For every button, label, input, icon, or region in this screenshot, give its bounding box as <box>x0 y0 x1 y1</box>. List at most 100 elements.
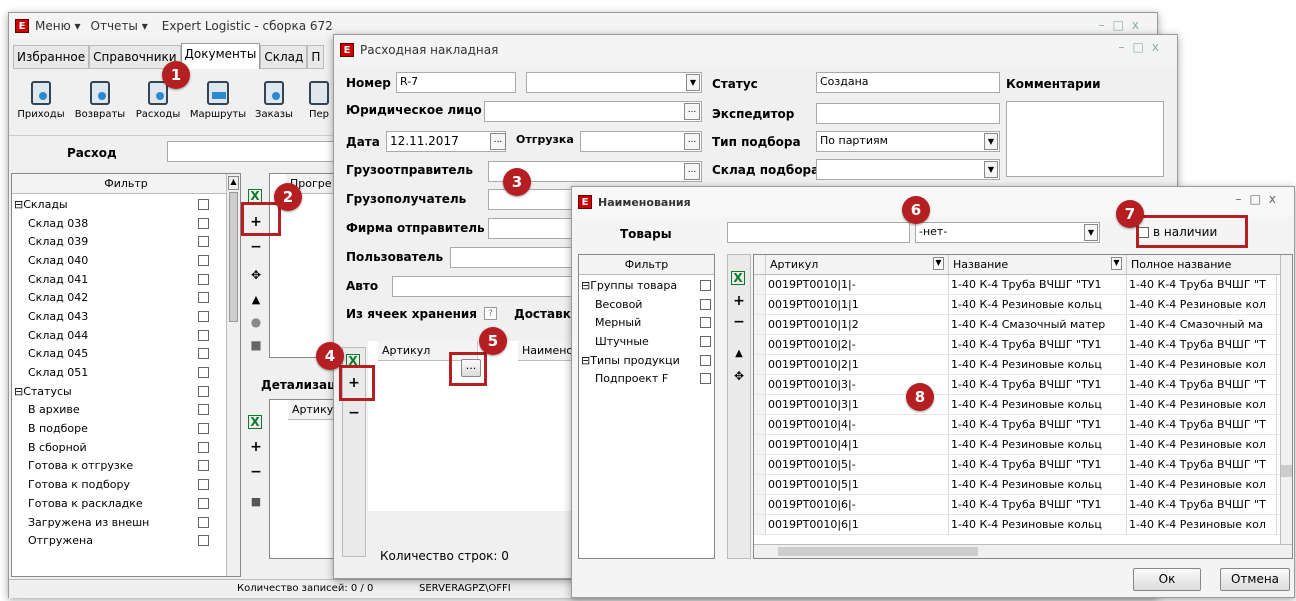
filter-tree-checkbox[interactable] <box>198 329 209 341</box>
filter-tree-item[interactable]: Склад 041 <box>12 270 227 289</box>
name-filter-icon[interactable]: ▼ <box>1111 257 1122 270</box>
number-input[interactable]: R-7 <box>396 72 516 93</box>
product-row[interactable]: 0019PT0010|5|1 1-40 К-4 Резиновые кольц 1-… <box>754 475 1292 495</box>
excel-icon[interactable]: X <box>248 189 262 203</box>
legal-entity-input[interactable]: ... <box>484 101 702 122</box>
filter-tree-checkbox[interactable] <box>198 236 209 248</box>
products-add-button[interactable]: + <box>730 292 748 310</box>
product-type-dropdown-icon[interactable]: ▼ <box>1084 224 1098 241</box>
names-filter-tree-checkbox[interactable] <box>700 279 711 291</box>
collapse-icon[interactable]: ⊟ <box>581 354 590 367</box>
pick-type-select[interactable]: По партиям <box>816 131 1000 152</box>
filter-tree-checkbox[interactable] <box>198 479 209 491</box>
product-row[interactable]: 0019PT0010|1|2 1-40 К-4 Смазочный матер 1-… <box>754 315 1292 335</box>
pick-type-dropdown-icon[interactable]: ▼ <box>984 133 998 150</box>
filter-tree-checkbox[interactable] <box>198 516 209 528</box>
toolbar-receipts[interactable]: Приходы <box>11 71 71 120</box>
names-filter-tree-checkbox[interactable] <box>700 298 711 310</box>
product-row[interactable]: 0019PT0010|6|- 1-40 К-4 Труба ВЧШГ "ТУ1 1-… <box>754 495 1292 515</box>
filter-tree-item[interactable]: Склад 051 <box>12 363 227 382</box>
names-filter-tree-item[interactable]: Весовой <box>579 295 714 314</box>
products-excel-icon[interactable]: X <box>731 271 745 285</box>
filter-tree-item[interactable]: Склад 040 <box>12 251 227 270</box>
filter-tree-item[interactable]: Склад 042 <box>12 288 227 307</box>
sort-filter-icon[interactable]: ▼ <box>933 257 944 270</box>
filter-tree-item[interactable]: ⊟ Статусы <box>12 382 227 401</box>
names-filter-tree-checkbox[interactable] <box>700 317 711 329</box>
filter-tree-item[interactable]: Готова к раскладке <box>12 494 227 513</box>
date-input[interactable]: 12.11.2017 <box>386 131 506 152</box>
products-scrollbar[interactable] <box>1280 255 1292 558</box>
filter-tree-item[interactable]: В архиве <box>12 401 227 420</box>
product-row[interactable]: 0019PT0010|2|- 1-40 К-4 Труба ВЧШГ "ТУ1 1-… <box>754 335 1292 355</box>
filter-tree-checkbox[interactable] <box>198 273 209 285</box>
names-window-controls[interactable]: –□x <box>1236 192 1284 206</box>
filter-tree-checkbox[interactable] <box>198 385 209 397</box>
tab-warehouse[interactable]: Склад <box>260 45 308 69</box>
filter-tree-item[interactable]: Отгружена <box>12 531 227 550</box>
filter-tree-checkbox[interactable] <box>198 460 209 472</box>
filter-tree-item[interactable]: Склад 038 <box>12 214 227 233</box>
names-filter-tree-checkbox[interactable] <box>700 373 711 385</box>
filter-tree-checkbox[interactable] <box>198 292 209 304</box>
section-search-input[interactable] <box>167 141 337 162</box>
products-up-icon[interactable]: ▲ <box>730 345 748 363</box>
products-refresh-icon[interactable]: ✥ <box>730 367 748 385</box>
forwarder-input[interactable] <box>816 103 1000 124</box>
tab-documents[interactable]: Документы <box>180 43 261 69</box>
date-picker-button[interactable]: ... <box>490 133 506 150</box>
filter-tree-checkbox[interactable] <box>198 254 209 266</box>
filter-tree-item[interactable]: ⊟ Склады <box>12 195 227 214</box>
cancel-button[interactable]: Отмена <box>1220 568 1290 591</box>
collapse-icon[interactable]: ⊟ <box>14 385 23 398</box>
names-filter-tree-item[interactable]: Мерный <box>579 313 714 332</box>
ship-date-input[interactable]: ... <box>580 131 702 152</box>
window-controls[interactable]: –□x <box>1099 18 1147 32</box>
comments-textarea[interactable] <box>1006 101 1164 177</box>
filter-tree-item[interactable]: Загружена из внешн <box>12 513 227 532</box>
lock-icon[interactable]: ● <box>247 313 265 331</box>
remove-row-button[interactable]: − <box>247 238 265 256</box>
collapse-icon[interactable]: ⊟ <box>14 198 23 211</box>
detail-add-button[interactable]: + <box>247 438 265 456</box>
toolbar-returns[interactable]: Возвраты <box>71 71 129 120</box>
product-type-select[interactable]: -нет- <box>915 222 1100 243</box>
filter-scrollbar[interactable]: ▲ <box>226 174 240 576</box>
col-name[interactable]: Название ▼ <box>949 255 1127 274</box>
filter-tree-checkbox[interactable] <box>198 367 209 379</box>
product-row[interactable]: 0019PT0010|1|1 1-40 К-4 Резиновые кольц 1-… <box>754 295 1292 315</box>
product-row[interactable]: 0019PT0010|6|1 1-40 К-4 Резиновые кольц 1-… <box>754 515 1292 535</box>
items-remove-button[interactable]: − <box>345 404 363 422</box>
detail-excel-icon[interactable]: X <box>248 415 262 429</box>
names-filter-tree-item[interactable]: ⊟ Группы товара <box>579 276 714 295</box>
filter-tree-item[interactable]: В подборе <box>12 419 227 438</box>
toolbar-orders[interactable]: Заказы <box>249 71 299 120</box>
product-row[interactable]: 0019PT0010|1|- 1-40 К-4 Труба ВЧШГ "ТУ1 1-… <box>754 275 1292 295</box>
col-full-name[interactable]: Полное название <box>1127 255 1277 274</box>
product-row[interactable]: 0019PT0010|4|- 1-40 К-4 Труба ВЧШГ "ТУ1 1-… <box>754 415 1292 435</box>
print-icon[interactable]: ■ <box>247 336 265 354</box>
names-filter-tree-checkbox[interactable] <box>700 335 711 347</box>
number-type-select[interactable]: ▼ <box>526 72 702 93</box>
refresh-icon[interactable]: ✥ <box>247 266 265 284</box>
filter-tree-checkbox[interactable] <box>198 441 209 453</box>
filter-tree-item[interactable]: Готова к подбору <box>12 475 227 494</box>
filter-tree-item[interactable]: Склад 045 <box>12 345 227 364</box>
invoice-window-controls[interactable]: –□x <box>1119 40 1167 54</box>
filter-tree-item[interactable]: Склад 039 <box>12 232 227 251</box>
filter-tree-checkbox[interactable] <box>198 404 209 416</box>
pick-warehouse-select[interactable]: ▼ <box>816 159 1000 180</box>
product-row[interactable]: 0019PT0010|3|1 1-40 К-4 Резиновые кольц 1-… <box>754 395 1292 415</box>
names-filter-tree-checkbox[interactable] <box>700 354 711 366</box>
filter-tree-checkbox[interactable] <box>198 535 209 547</box>
filter-tree-item[interactable]: Склад 044 <box>12 326 227 345</box>
col-article[interactable]: Артикул ▼ <box>766 255 949 274</box>
collapse-icon[interactable]: ⊟ <box>581 279 590 292</box>
filter-tree-item[interactable]: Готова к отгрузке <box>12 457 227 476</box>
filter-tree-checkbox[interactable] <box>198 198 209 210</box>
names-filter-tree-item[interactable]: ⊟ Типы продукци <box>579 351 714 370</box>
move-up-icon[interactable]: ▲ <box>247 291 265 309</box>
products-remove-button[interactable]: − <box>730 313 748 331</box>
names-filter-tree-item[interactable]: Штучные <box>579 332 714 351</box>
product-row[interactable]: 0019PT0010|2|1 1-40 К-4 Резиновые кольц 1-… <box>754 355 1292 375</box>
